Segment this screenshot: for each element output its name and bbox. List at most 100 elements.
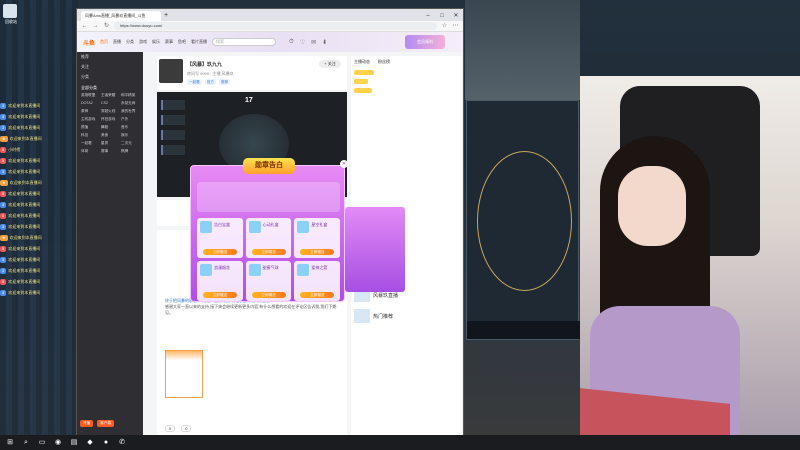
send-gift-button[interactable]: 立即赠送 (203, 292, 237, 298)
popup-gift-grid: 告白宝盒 立即赠送 心动礼盒 立即赠送 星空礼盒 立即赠送 浪漫烟花 立即赠送 甜蜜气球 立即赠送… (197, 218, 340, 301)
gift-card[interactable]: 告白宝盒 立即赠送 (197, 218, 243, 258)
room-header: 【风暴】玖九九 房间号 9999 · 主播 风暴玖 + 关注 一起看 官方 推荐 (157, 56, 347, 90)
category-link[interactable]: 我的世界 (121, 109, 139, 114)
history-icon[interactable]: ⏱ (289, 39, 294, 46)
follow-button[interactable]: + 关注 (319, 60, 341, 68)
tab-anchor-news[interactable]: 主播动态 (354, 59, 370, 65)
category-link[interactable]: 英雄联盟 (81, 93, 99, 98)
category-link[interactable]: 体育 (81, 149, 99, 154)
category-link[interactable]: 赛事 (101, 149, 119, 154)
minimize-icon[interactable]: – (421, 11, 435, 21)
browser-icon[interactable]: ◉ (54, 439, 62, 447)
chat-message: 小时榜 (8, 146, 21, 152)
nav-category[interactable]: 分类 (126, 39, 134, 45)
recycle-bin-icon[interactable] (3, 4, 17, 18)
nav-match[interactable]: 赛事 (165, 39, 173, 45)
list-item[interactable]: 热门推荐 (354, 307, 458, 325)
nav-live[interactable]: 直播 (113, 39, 121, 45)
chat-message: 欢迎来到本直播间 (8, 157, 41, 163)
app-icon[interactable]: ◆ (86, 439, 94, 447)
category-link[interactable]: 二次元 (121, 141, 139, 146)
menu-icon[interactable]: ⋯ (452, 23, 459, 30)
category-link[interactable]: 一起看 (81, 141, 99, 146)
category-link[interactable]: 主机游戏 (81, 117, 99, 122)
send-gift-button[interactable]: 立即赠送 (251, 249, 286, 255)
sidebar-item-category[interactable]: 分类 (77, 72, 143, 82)
gift-card[interactable]: 爱神之箭 立即赠送 (294, 261, 340, 301)
gift-card[interactable]: 浪漫烟花 立即赠送 (197, 261, 243, 301)
maximize-icon[interactable]: □ (435, 11, 449, 21)
category-link[interactable]: 和平精英 (121, 93, 139, 98)
avatar[interactable] (159, 59, 183, 83)
gift-card[interactable]: 星空礼盒 立即赠送 (294, 218, 340, 258)
chat-badge: ★ (0, 135, 8, 142)
game-window[interactable] (466, 100, 580, 340)
room-tag[interactable]: 一起看 (187, 79, 202, 85)
gift-card[interactable]: 心动礼盒 立即赠送 (245, 218, 292, 258)
address-bar-row: ← → ↻ https://www.douyu.com/ ☆ ⋯ (77, 21, 463, 32)
close-icon[interactable]: ✕ (449, 11, 463, 21)
sidebar-item-follow[interactable]: 关注 (77, 62, 143, 72)
sidebar-item-recommend[interactable]: 推荐 (77, 52, 143, 62)
url-input[interactable]: https://www.douyu.com/ (114, 22, 437, 30)
start-icon[interactable]: ⊞ (6, 439, 14, 447)
follow-icon[interactable]: ♡ (300, 39, 305, 46)
nav-game[interactable]: 游戏 (139, 39, 147, 45)
category-link[interactable]: 美食 (101, 133, 119, 138)
category-link[interactable]: CS2 (101, 101, 119, 106)
nav-yuba[interactable]: 鱼吧 (178, 39, 186, 45)
client-button[interactable]: 客户端 (97, 420, 114, 427)
category-link[interactable]: 棋牌 (121, 149, 139, 154)
download-icon[interactable]: ⬇ (322, 39, 327, 46)
nav-entertainment[interactable]: 娱乐 (152, 39, 160, 45)
nav-home[interactable]: 首页 (100, 39, 108, 45)
folder-icon[interactable]: ▤ (70, 439, 78, 447)
site-logo[interactable]: 斗鱼 (83, 38, 95, 47)
category-link[interactable]: 穿越火线 (101, 109, 119, 114)
category-link[interactable]: 永劫无间 (121, 101, 139, 106)
like-button[interactable]: 0 (165, 425, 176, 432)
category-link[interactable]: 音乐 (121, 125, 139, 130)
category-link[interactable]: DOTA2 (81, 101, 99, 106)
gift-card[interactable]: 甜蜜气球 立即赠送 (245, 261, 292, 301)
back-icon[interactable]: ← (81, 23, 88, 30)
send-gift-button[interactable]: 立即赠送 (251, 292, 286, 298)
forward-icon[interactable]: → (92, 23, 99, 30)
send-gift-button[interactable]: 立即赠送 (203, 249, 237, 255)
gift-label: 甜蜜气球 (262, 265, 279, 270)
chat-badge: 3 (0, 289, 7, 296)
message-icon[interactable]: ✉ (311, 39, 316, 46)
header-banner[interactable]: 会员福利 (405, 35, 445, 49)
refresh-icon[interactable]: ↻ (103, 23, 110, 30)
search-icon[interactable]: ⌕ (22, 439, 30, 447)
task-view-icon[interactable]: ▭ (38, 439, 46, 447)
streamer-face (618, 166, 686, 246)
send-gift-button[interactable]: 立即赠送 (300, 249, 335, 255)
search-input[interactable]: 搜索 (212, 38, 277, 46)
category-link[interactable]: 户外 (121, 117, 139, 122)
post-image[interactable] (165, 350, 203, 398)
star-icon[interactable]: ☆ (441, 23, 448, 30)
category-link[interactable]: 科技 (81, 133, 99, 138)
browser-tab[interactable]: 风暴Ams直播_风暴玖直播间_斗鱼 (81, 11, 161, 21)
category-link[interactable]: 颜值 (81, 125, 99, 130)
comment-button[interactable]: 0 (181, 425, 192, 432)
chat-message: 欢迎来到本直播间 (8, 102, 41, 108)
category-link[interactable]: 舞蹈 (101, 125, 119, 130)
tab-fan-rank[interactable]: 粉丝榜 (378, 59, 390, 65)
new-tab-button[interactable]: + (161, 11, 171, 21)
room-tag[interactable]: 推荐 (218, 79, 231, 85)
category-link[interactable]: 王者荣耀 (101, 93, 119, 98)
category-link[interactable]: 星秀 (101, 141, 119, 146)
category-link[interactable]: 怀旧游戏 (101, 117, 119, 122)
chat-message: 欢迎来到本直播间 (9, 179, 42, 185)
chat-icon[interactable]: ✆ (118, 439, 126, 447)
category-link[interactable]: 原神 (81, 109, 99, 114)
game-icon[interactable]: ● (102, 439, 110, 447)
nav-video[interactable]: 看片直播 (191, 39, 207, 45)
category-link[interactable]: 娱乐 (121, 133, 139, 138)
room-tag[interactable]: 官方 (204, 79, 216, 85)
close-icon[interactable]: ✕ (340, 160, 348, 168)
start-stream-button[interactable]: 开播 (80, 420, 94, 427)
send-gift-button[interactable]: 立即赠送 (300, 292, 335, 298)
